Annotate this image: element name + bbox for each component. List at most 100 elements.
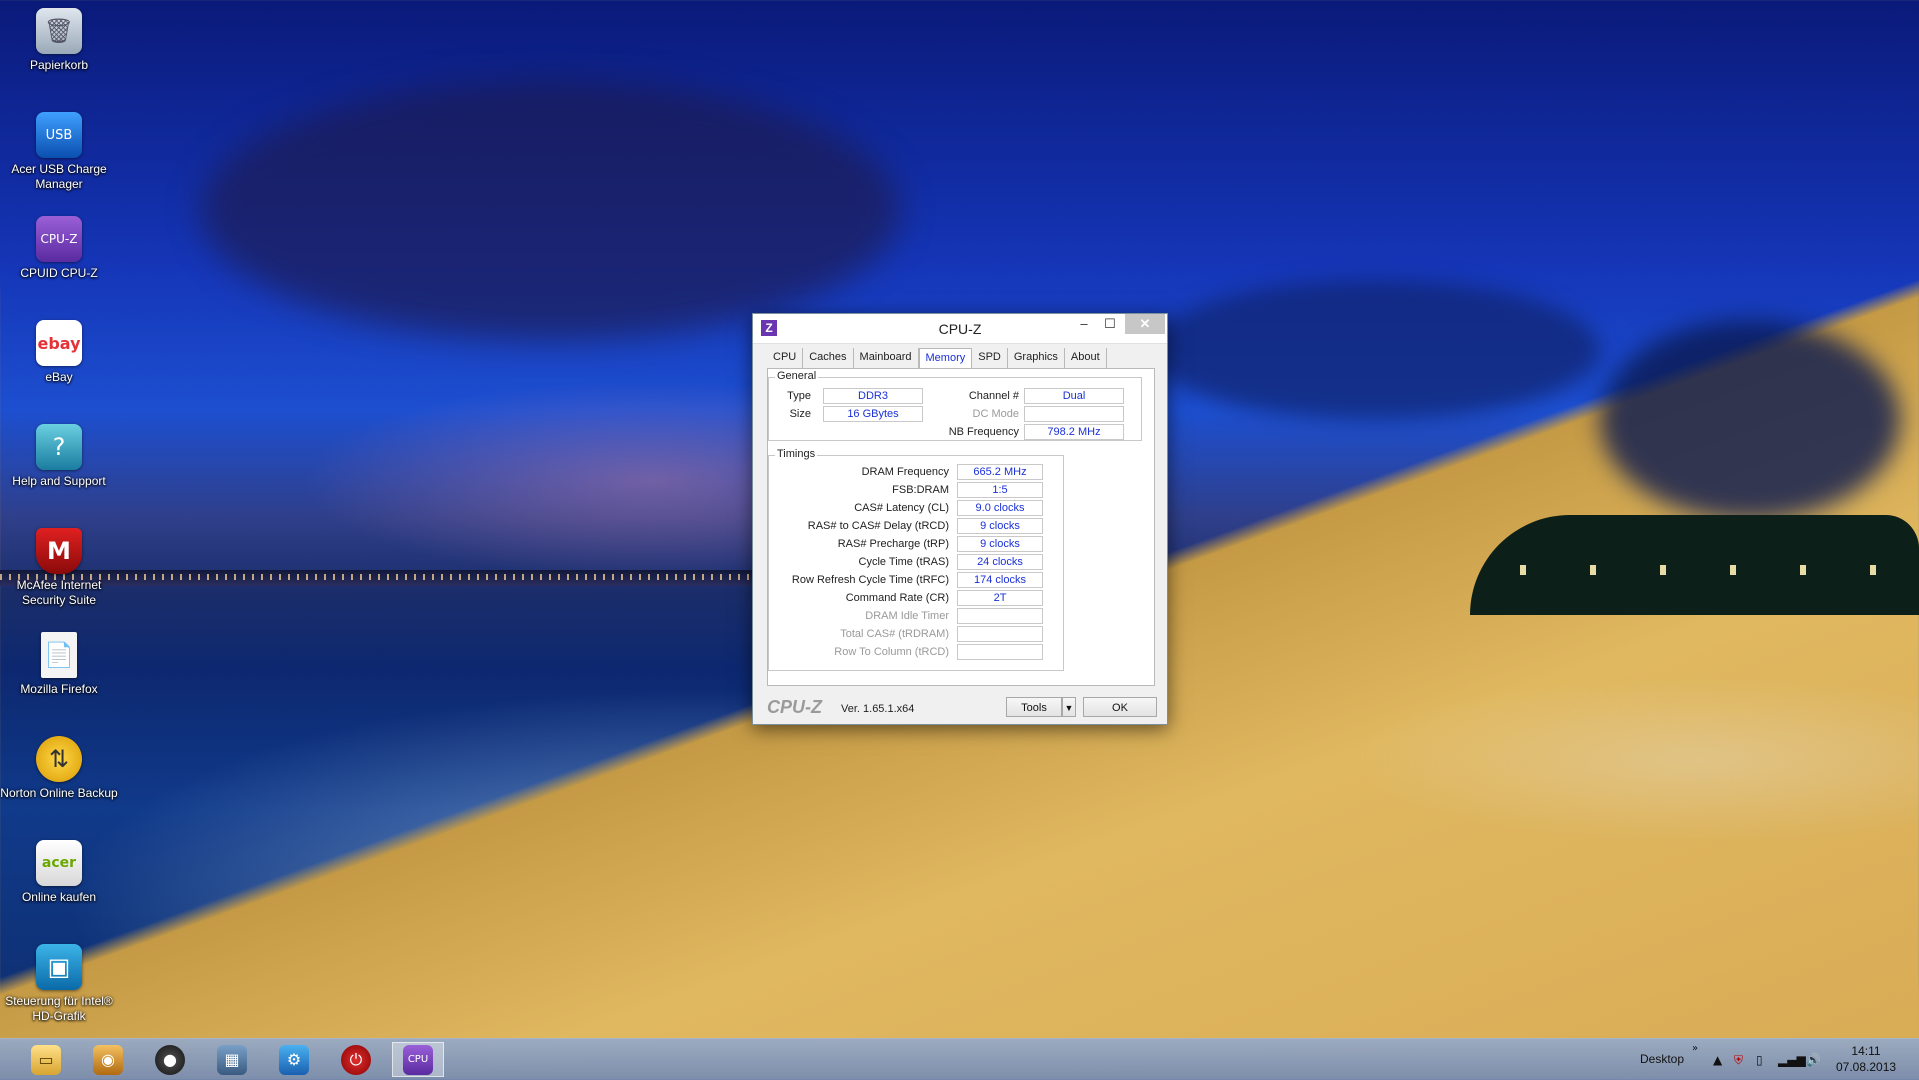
tab-strip: CPU Caches Mainboard Memory SPD Graphics… — [767, 348, 1107, 369]
device-tray-icon[interactable]: ▯ — [1756, 1053, 1763, 1067]
desktop-icon-norton[interactable]: ⇅ Norton Online Backup — [0, 736, 118, 801]
general-group-title: General — [775, 370, 819, 382]
timings-group: Timings DRAM Frequency 665.2 MHz FSB:DRA… — [768, 448, 1064, 671]
wallpaper-cloud — [1600, 320, 1900, 520]
shopping-bag-icon: acer — [36, 840, 82, 886]
file-explorer-icon: ▭ — [31, 1044, 61, 1075]
desktop-toolbar-label[interactable]: Desktop — [1640, 1052, 1684, 1066]
desktop-icon-label: Mozilla Firefox — [20, 682, 98, 696]
norton-icon: ⇅ — [36, 736, 82, 782]
timing-value: 1:5 — [957, 482, 1043, 498]
settings-app-icon: ⚙ — [279, 1044, 309, 1075]
desktop-icon-mcafee[interactable]: M McAfee Internet Security Suite — [0, 528, 118, 608]
show-hidden-icons-icon[interactable]: ▲ — [1713, 1053, 1722, 1067]
timing-label: RAS# to CAS# Delay (tRCD) — [807, 520, 949, 532]
taskbar-app-explorer[interactable]: ▭ — [20, 1042, 72, 1077]
timing-label: FSB:DRAM — [892, 484, 949, 496]
clock-time[interactable]: 14:11 — [1838, 1044, 1894, 1058]
intel-graphics-icon: ▣ — [36, 944, 82, 990]
tools-button[interactable]: Tools — [1006, 697, 1062, 717]
firefox-icon: 📄 — [41, 632, 77, 678]
timings-group-title: Timings — [775, 448, 818, 460]
usb-charge-icon: USB — [36, 112, 82, 158]
cpuz-taskbar-icon: CPU — [403, 1044, 433, 1075]
timing-label: DRAM Idle Timer — [865, 610, 949, 622]
desktop-icon-help[interactable]: ? Help and Support — [0, 424, 118, 489]
desktop-icon-online-kaufen[interactable]: acer Online kaufen — [0, 840, 118, 905]
tab-memory[interactable]: Memory — [918, 348, 973, 369]
size-label: Size — [789, 408, 811, 420]
timing-label: Cycle Time (tRAS) — [858, 556, 949, 568]
timing-label: Total CAS# (tRDRAM) — [840, 628, 949, 640]
volume-icon[interactable]: 🔊 — [1806, 1053, 1821, 1067]
taskbar-app-photo[interactable]: ▦ — [206, 1042, 258, 1077]
nb-frequency-value: 798.2 MHz — [1024, 424, 1124, 440]
photo-app-icon: ▦ — [217, 1044, 247, 1075]
timing-value: 24 clocks — [957, 554, 1043, 570]
timing-value — [957, 626, 1043, 642]
chevron-right-icon[interactable]: » — [1692, 1043, 1698, 1054]
dc-mode-label: DC Mode — [972, 408, 1019, 420]
channel-label: Channel # — [968, 390, 1019, 402]
desktop-icon-recycle-bin[interactable]: 🗑 Papierkorb — [0, 8, 118, 73]
title-bar[interactable]: Z CPU-Z – ☐ ✕ — [753, 314, 1167, 344]
clock-date[interactable]: 07.08.2013 — [1836, 1060, 1896, 1074]
tab-caches[interactable]: Caches — [803, 348, 854, 368]
timing-value: 9 clocks — [957, 536, 1043, 552]
wallpaper-island-lights — [1520, 565, 1900, 575]
channel-value: Dual — [1024, 388, 1124, 404]
mcafee-tray-icon[interactable]: ⛨ — [1734, 1053, 1743, 1068]
recycle-bin-icon: 🗑 — [36, 8, 82, 54]
timing-value — [957, 608, 1043, 624]
desktop-icon-intel-graphics[interactable]: ▣ Steuerung für Intel® HD-Grafik — [0, 944, 118, 1024]
type-label: Type — [787, 390, 811, 402]
media-app-icon: ◉ — [93, 1044, 123, 1075]
desktop-icon-label: Norton Online Backup — [0, 786, 118, 800]
desktop-icon-label: Steuerung für Intel® HD-Grafik — [5, 994, 113, 1023]
timing-label: Row Refresh Cycle Time (tRFC) — [791, 574, 949, 586]
speaker-app-icon: ● — [155, 1044, 185, 1075]
timing-value: 174 clocks — [957, 572, 1043, 588]
timing-value — [957, 644, 1043, 660]
minimize-button[interactable]: – — [1071, 314, 1097, 334]
taskbar-app-cpuz[interactable]: CPU — [392, 1042, 444, 1077]
power-app-icon: ⏻ — [341, 1044, 371, 1075]
cpuz-window: Z CPU-Z – ☐ ✕ CPU Caches Mainboard Memor… — [752, 313, 1168, 725]
size-value: 16 GBytes — [823, 406, 923, 422]
tools-dropdown-button[interactable]: ▼ — [1062, 697, 1076, 717]
dc-mode-value — [1024, 406, 1124, 422]
desktop-icon-ebay[interactable]: ebay eBay — [0, 320, 118, 385]
chevron-down-icon: ▼ — [1064, 703, 1074, 713]
desktop-icon-usb-charge[interactable]: USB Acer USB Charge Manager — [0, 112, 118, 192]
timing-label: CAS# Latency (CL) — [854, 502, 949, 514]
taskbar-app-power[interactable]: ⏻ — [330, 1042, 382, 1077]
taskbar-app-media[interactable]: ◉ — [82, 1042, 134, 1077]
cpuz-logo: CPU-Z — [767, 697, 822, 717]
taskbar-app-settings[interactable]: ⚙ — [268, 1042, 320, 1077]
taskbar-app-speaker[interactable]: ● — [144, 1042, 196, 1077]
wallpaper-cloud — [1150, 280, 1600, 420]
tab-mainboard[interactable]: Mainboard — [854, 348, 919, 368]
tab-about[interactable]: About — [1065, 348, 1107, 368]
desktop-icon-cpuz[interactable]: CPU-Z CPUID CPU-Z — [0, 216, 118, 281]
network-signal-icon[interactable]: ▂▄▆ — [1778, 1053, 1806, 1067]
ok-button[interactable]: OK — [1083, 697, 1157, 717]
cpuz-icon: CPU-Z — [36, 216, 82, 262]
maximize-button[interactable]: ☐ — [1097, 314, 1123, 334]
timing-value: 9 clocks — [957, 518, 1043, 534]
desktop-icon-label: Acer USB Charge Manager — [11, 162, 107, 191]
desktop-icon-label: Papierkorb — [29, 58, 89, 72]
desktop-icon-firefox[interactable]: 📄 Mozilla Firefox — [0, 632, 118, 697]
close-button[interactable]: ✕ — [1125, 314, 1165, 334]
desktop-icon-label: eBay — [45, 370, 73, 384]
timing-label: Command Rate (CR) — [845, 592, 949, 604]
nb-frequency-label: NB Frequency — [948, 426, 1019, 438]
type-value: DDR3 — [823, 388, 923, 404]
timing-label: RAS# Precharge (tRP) — [837, 538, 949, 550]
timing-label: DRAM Frequency — [861, 466, 949, 478]
tab-cpu[interactable]: CPU — [767, 348, 804, 368]
tab-graphics[interactable]: Graphics — [1008, 348, 1065, 368]
tab-spd[interactable]: SPD — [972, 348, 1008, 368]
help-icon: ? — [36, 424, 82, 470]
desktop-icon-label: McAfee Internet Security Suite — [16, 578, 102, 607]
